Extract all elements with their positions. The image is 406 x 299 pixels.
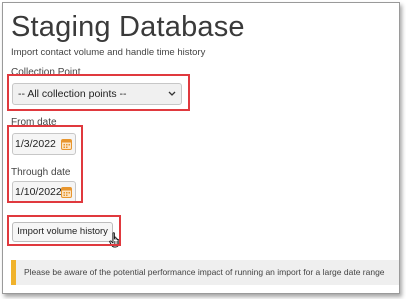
- through-date-input[interactable]: 1/10/2022: [12, 181, 76, 203]
- through-date-value: 1/10/2022: [15, 186, 62, 198]
- collection-point-label: Collection Point: [11, 67, 81, 78]
- calendar-icon[interactable]: [61, 186, 72, 198]
- performance-warning-notice: Please be aware of the potential perform…: [11, 260, 399, 285]
- page-subtitle: Import contact volume and handle time hi…: [11, 47, 206, 58]
- calendar-icon[interactable]: [61, 138, 72, 150]
- from-date-label: From date: [11, 117, 57, 128]
- from-date-value: 1/3/2022: [15, 138, 56, 150]
- chevron-down-icon: [168, 91, 176, 96]
- window-frame: Staging Database Import contact volume a…: [2, 2, 400, 294]
- performance-warning-text: Please be aware of the potential perform…: [24, 267, 385, 277]
- collection-point-value: -- All collection points --: [18, 88, 127, 100]
- through-date-label: Through date: [11, 167, 71, 178]
- collection-point-select[interactable]: -- All collection points --: [12, 83, 182, 105]
- from-date-input[interactable]: 1/3/2022: [12, 133, 76, 155]
- hand-pointer-cursor-icon: [109, 232, 120, 248]
- import-volume-history-button[interactable]: Import volume history: [12, 222, 113, 242]
- page-title: Staging Database: [11, 11, 245, 43]
